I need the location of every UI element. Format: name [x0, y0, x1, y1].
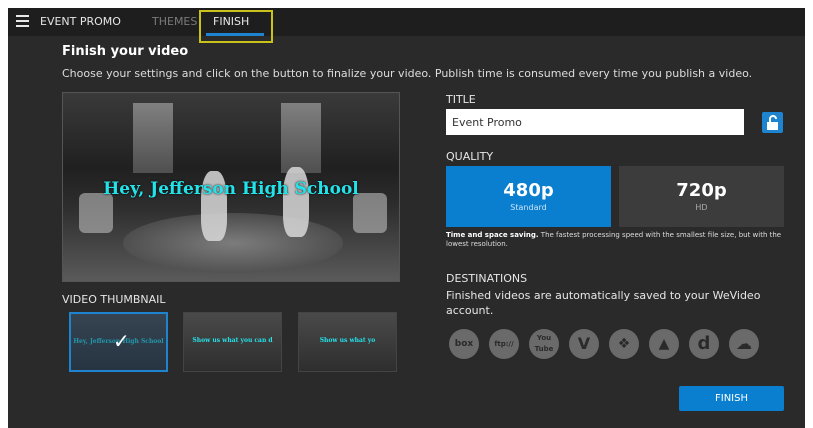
banner-left: [133, 103, 173, 173]
quality-480p-resolution: 480p: [503, 180, 554, 201]
cloud-icon[interactable]: ☁: [729, 329, 759, 359]
app-window: EVENT PROMO THEMES FINISH Finish your vi…: [8, 8, 805, 428]
destinations-label: DESTINATIONS: [446, 272, 528, 285]
youtube-icon[interactable]: You Tube: [529, 329, 559, 359]
top-navigation-bar: EVENT PROMO THEMES FINISH: [8, 8, 805, 43]
tab-event-promo[interactable]: EVENT PROMO: [40, 15, 121, 28]
quality-480p-name: Standard: [510, 203, 547, 212]
quality-label: QUALITY: [446, 150, 494, 163]
checkmark-icon: ✓: [113, 329, 130, 353]
unlock-icon: [767, 115, 778, 130]
page-title: Finish your video: [62, 44, 189, 59]
dropbox-icon[interactable]: ❖: [609, 329, 639, 359]
quality-note: Time and space saving. The fastest proce…: [446, 231, 791, 249]
quality-720p-resolution: 720p: [676, 180, 727, 201]
box-icon[interactable]: box: [449, 329, 479, 359]
title-input[interactable]: [446, 109, 744, 135]
dancer-right: [283, 167, 309, 237]
destinations-description: Finished videos are automatically saved …: [446, 289, 761, 317]
title-label: TITLE: [446, 93, 476, 106]
chair-right: [353, 193, 387, 233]
preview-overlay-text: Hey, Jefferson High School: [103, 179, 359, 199]
google-drive-icon[interactable]: ▲: [649, 329, 679, 359]
tab-themes[interactable]: THEMES: [152, 15, 197, 28]
quality-720p-name: HD: [695, 203, 708, 212]
tab-highlight-box: [199, 10, 273, 43]
chair-left: [79, 193, 113, 233]
lock-toggle-button[interactable]: [762, 112, 783, 133]
thumbnail-option-1[interactable]: Hey, Jefferson High School ✓: [69, 312, 168, 372]
banner-right: [281, 103, 321, 173]
quality-480p-button[interactable]: 480p Standard: [446, 166, 611, 227]
page-description: Choose your settings and click on the bu…: [62, 67, 753, 80]
vimeo-icon[interactable]: V: [569, 329, 599, 359]
thumbnail-option-3[interactable]: Show us what yo: [298, 312, 397, 372]
thumbnail-option-2[interactable]: Show us what you can d: [183, 312, 282, 372]
quality-720p-button[interactable]: 720p HD: [619, 166, 784, 227]
hamburger-menu-icon[interactable]: [16, 15, 29, 28]
quality-note-bold: Time and space saving.: [446, 231, 539, 239]
stage-floor: [123, 213, 343, 273]
dailymotion-icon[interactable]: d: [689, 329, 719, 359]
thumbnail-3-text: Show us what yo: [319, 337, 376, 344]
thumbnail-2-text: Show us what you can d: [192, 337, 273, 344]
video-preview[interactable]: Hey, Jefferson High School: [62, 92, 400, 282]
finish-button[interactable]: FINISH: [679, 386, 784, 411]
video-thumbnail-label: VIDEO THUMBNAIL: [62, 293, 166, 306]
ftp-icon[interactable]: ftp://: [489, 329, 519, 359]
